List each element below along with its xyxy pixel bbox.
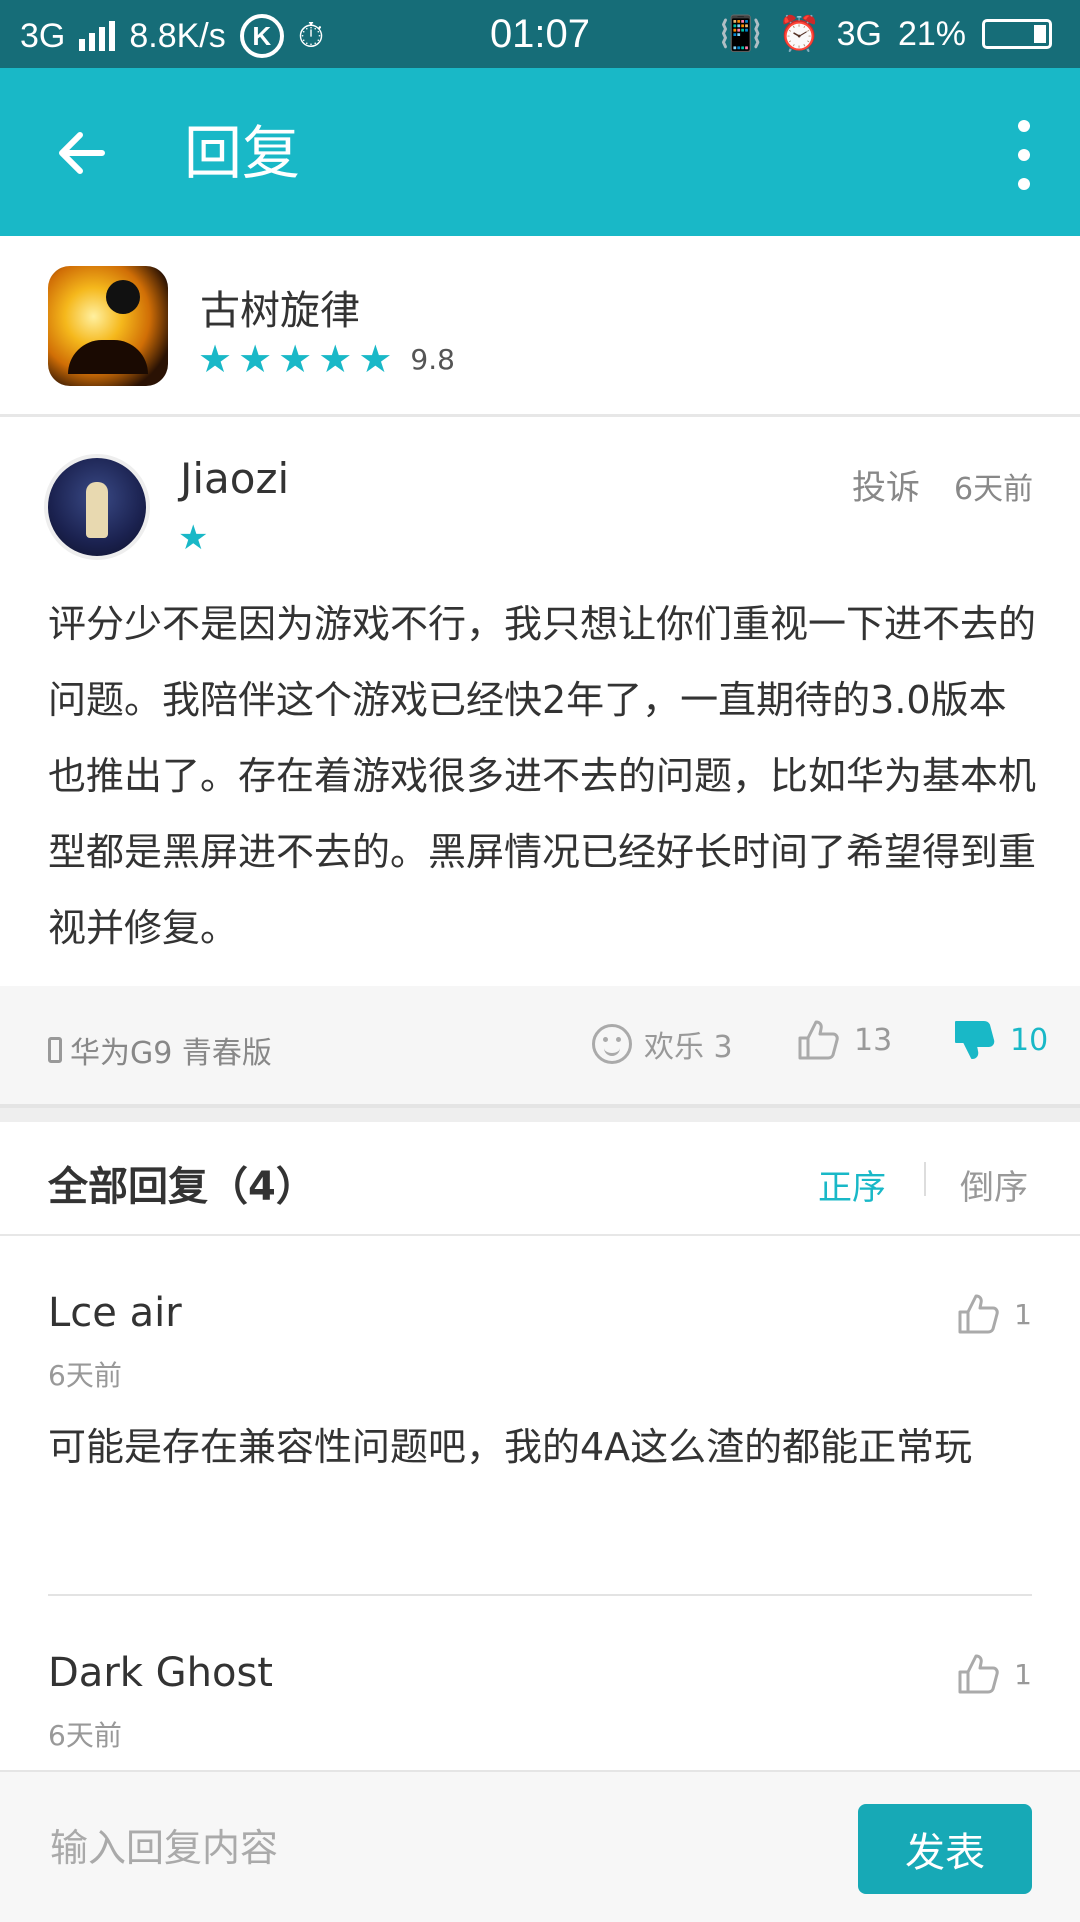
page-title: 回复 — [184, 119, 301, 187]
sort-separator — [924, 1162, 926, 1196]
section-divider — [0, 1108, 1080, 1122]
reply-like-count: 1 — [1014, 1657, 1032, 1691]
review-footer: 华为G9 青春版 欢乐 3 13 10 — [0, 986, 1080, 1108]
battery-percent: 21% — [897, 14, 966, 53]
reply-username[interactable]: Dark Ghost — [48, 1650, 273, 1696]
like-button[interactable]: 13 — [796, 1018, 892, 1062]
more-vertical-icon — [1018, 120, 1030, 132]
reply-username[interactable]: Lce air — [48, 1290, 182, 1336]
replies-title: 全部回复（4） — [48, 1164, 316, 1210]
dislike-count: 10 — [1010, 1022, 1049, 1058]
reply-like-button[interactable]: 1 — [956, 1652, 1032, 1696]
reply-item: Dark Ghost 6天前 1 — [48, 1650, 1032, 1760]
reply-composer: 发表 — [0, 1770, 1080, 1922]
app-icon — [48, 266, 168, 386]
report-button[interactable]: 投诉 — [852, 460, 920, 509]
reply-item: Lce air 6天前 1 可能是存在兼容性问题吧，我的4A这么渣的都能正常玩 — [48, 1290, 1032, 1550]
review-time: 6天前 — [954, 472, 1034, 507]
sort-descending-tab[interactable]: 倒序 — [960, 1160, 1028, 1209]
star-icon: ★ — [238, 337, 273, 381]
star-icon: ★ — [178, 518, 209, 558]
fun-label: 欢乐 3 — [644, 1030, 733, 1065]
star-icon: ★ — [198, 337, 233, 381]
reply-like-count: 1 — [1014, 1297, 1032, 1331]
review-body: 评分少不是因为游戏不行，我只想让你们重视一下进不去的问题。我陪伴这个游戏已经快2… — [48, 602, 1037, 950]
phone-icon — [48, 1037, 62, 1063]
more-options-button[interactable] — [1004, 120, 1044, 190]
vibrate-icon: 📳 — [719, 15, 763, 53]
app-rating: ★ ★ ★ ★ ★ 9.8 — [198, 340, 455, 378]
thumbs-up-icon — [958, 1654, 999, 1694]
smiley-icon — [592, 1024, 632, 1064]
reply-text: 可能是存在兼容性问题吧，我的4A这么渣的都能正常玩 — [48, 1425, 973, 1469]
star-icon: ★ — [278, 337, 313, 381]
thumbs-up-icon — [798, 1020, 839, 1060]
review-username[interactable]: Jiaozi — [180, 454, 289, 503]
publish-button[interactable]: 发表 — [858, 1804, 1032, 1894]
star-icon: ★ — [318, 337, 353, 381]
reply-input[interactable] — [48, 1814, 812, 1882]
status-right: 📳 ⏰ 3G 21% — [720, 14, 1052, 54]
status-bar: 3G 8.8K/s K ⏱ 01:07 📳 ⏰ 3G 21% — [0, 0, 1080, 68]
network-type-right: 3G — [836, 14, 882, 53]
battery-icon — [982, 19, 1052, 49]
sort-ascending-tab[interactable]: 正序 — [818, 1160, 886, 1209]
app-info-card[interactable]: 古树旋律 ★ ★ ★ ★ ★ 9.8 — [0, 236, 1080, 417]
thumbs-down-icon — [955, 1021, 995, 1059]
reply-divider — [48, 1594, 1032, 1596]
reply-like-button[interactable]: 1 — [956, 1292, 1032, 1336]
reply-time: 6天前 — [48, 1359, 122, 1392]
rating-value: 9.8 — [410, 342, 455, 376]
thumbs-up-icon — [958, 1294, 999, 1334]
app-name: 古树旋律 — [200, 288, 360, 334]
fun-reaction-button[interactable]: 欢乐 3 — [592, 1022, 733, 1066]
reply-time: 6天前 — [48, 1719, 122, 1752]
avatar[interactable] — [44, 454, 150, 560]
device-info: 华为G9 青春版 — [48, 1028, 272, 1072]
star-icon: ★ — [358, 337, 393, 381]
back-button[interactable] — [50, 118, 120, 188]
like-count: 13 — [854, 1022, 893, 1058]
alarm-icon: ⏰ — [778, 15, 821, 53]
device-name: 华为G9 青春版 — [70, 1036, 272, 1071]
app-bar: 回复 — [0, 68, 1080, 236]
replies-header: 全部回复（4） 正序 倒序 — [0, 1122, 1080, 1236]
arrow-left-icon — [59, 132, 105, 174]
dislike-button[interactable]: 10 — [952, 1018, 1048, 1062]
